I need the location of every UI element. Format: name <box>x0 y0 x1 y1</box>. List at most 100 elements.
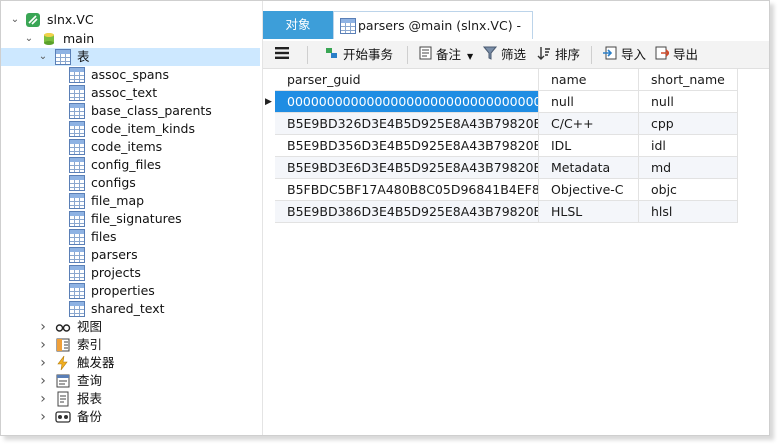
column-header[interactable]: parser_guid <box>275 69 539 91</box>
sort-label: 排序 <box>555 47 581 62</box>
table-cell[interactable]: HLSL <box>539 201 639 223</box>
tree-group-item[interactable]: › 备份 <box>1 408 260 426</box>
chevron-down-icon[interactable]: ⌄ <box>37 48 49 66</box>
chevron-right-icon[interactable]: › <box>37 336 49 354</box>
tree-table-item[interactable]: configs <box>1 174 260 192</box>
tree-table-item[interactable]: assoc_text <box>1 84 260 102</box>
table-item-label: file_signatures <box>91 211 182 226</box>
toolbar-divider <box>307 46 308 64</box>
tree-group-item[interactable]: › 报表 <box>1 390 260 408</box>
toolbar-divider <box>591 46 592 64</box>
tree-group-item[interactable]: › 视图 <box>1 318 260 336</box>
table-cell[interactable]: objc <box>639 179 738 201</box>
memo-icon <box>419 46 432 66</box>
tree-group-item[interactable]: › 索引 <box>1 336 260 354</box>
table-item-label: file_map <box>91 193 145 208</box>
table-cell[interactable]: B5E9BD3E6D3E4B5D925E8A43B79820B4 <box>275 157 539 179</box>
tree-table-item[interactable]: code_items <box>1 138 260 156</box>
table-item-label: assoc_spans <box>91 67 169 82</box>
tree-table-item[interactable]: file_map <box>1 192 260 210</box>
table-icon <box>55 49 71 65</box>
sort-icon <box>537 46 551 66</box>
tree-tables-group[interactable]: ⌄ 表 <box>1 48 260 66</box>
table-cell[interactable]: hlsl <box>639 201 738 223</box>
begin-transaction-button[interactable]: 开始事务 <box>325 45 393 65</box>
column-header[interactable]: short_name <box>639 69 738 91</box>
table-cell[interactable]: Metadata <box>539 157 639 179</box>
chevron-down-icon[interactable]: ⌄ <box>23 30 35 48</box>
chevron-right-icon[interactable]: › <box>37 408 49 426</box>
toolbar-divider <box>407 46 408 64</box>
table-icon <box>69 85 85 101</box>
menu-icon[interactable] <box>275 46 289 66</box>
tree-table-item[interactable]: parsers <box>1 246 260 264</box>
group-item-label: 查询 <box>77 373 103 388</box>
filter-button[interactable]: 筛选 <box>482 45 526 65</box>
table-icon <box>69 157 85 173</box>
table-item-label: parsers <box>91 247 138 262</box>
group-item-label: 索引 <box>77 337 103 352</box>
column-header[interactable]: name <box>539 69 639 91</box>
table-icon <box>69 121 85 137</box>
chevron-right-icon[interactable]: › <box>37 354 49 372</box>
dropdown-arrow-icon[interactable]: ▼ <box>467 52 473 61</box>
tree-table-item[interactable]: projects <box>1 264 260 282</box>
tree-group-item[interactable]: › 触发器 <box>1 354 260 372</box>
group-item-label: 触发器 <box>77 355 115 370</box>
table-cell[interactable]: 00000000000000000000000000000000 <box>275 91 539 113</box>
table-cell[interactable]: B5E9BD326D3E4B5D925E8A43B79820B4 <box>275 113 539 135</box>
table-item-label: assoc_text <box>91 85 158 100</box>
database-icon <box>41 31 57 47</box>
table-item-label: properties <box>91 283 155 298</box>
table-cell[interactable]: B5FBDC5BF17A480B8C05D96841B4EF86 <box>275 179 539 201</box>
group-item-label: 备份 <box>77 409 103 424</box>
table-cell[interactable]: C/C++ <box>539 113 639 135</box>
tree-table-item[interactable]: base_class_parents <box>1 102 260 120</box>
tree-table-item[interactable]: config_files <box>1 156 260 174</box>
export-button[interactable]: 导出 <box>655 45 698 65</box>
table-item-label: projects <box>91 265 141 280</box>
chevron-down-icon[interactable]: ⌄ <box>9 11 21 29</box>
tree-database[interactable]: ⌄ main <box>1 30 260 48</box>
table-cell[interactable]: Objective-C <box>539 179 639 201</box>
table-cell[interactable]: B5E9BD356D3E4B5D925E8A43B79820B4 <box>275 135 539 157</box>
tree-connection[interactable]: ⌄ slnx.VC <box>1 11 260 29</box>
memo-button[interactable]: 备注 ▼ <box>419 45 473 65</box>
tab-objects[interactable]: 对象 <box>263 11 333 39</box>
table-cell[interactable]: B5E9BD386D3E4B5D925E8A43B79820B4 <box>275 201 539 223</box>
connection-label: slnx.VC <box>47 12 94 27</box>
tree-table-item[interactable]: shared_text <box>1 300 260 318</box>
table-cell[interactable]: cpp <box>639 113 738 135</box>
sort-button[interactable]: 排序 <box>537 45 580 65</box>
tree-table-item[interactable]: properties <box>1 282 260 300</box>
table-icon <box>69 301 85 317</box>
transaction-icon <box>325 46 339 66</box>
tree-table-item[interactable]: code_item_kinds <box>1 120 260 138</box>
tree-group-item[interactable]: › 查询 <box>1 372 260 390</box>
table-cell[interactable]: null <box>639 91 738 113</box>
tab-bar: 对象 parsers @main (slnx.VC) - 表 <box>263 11 769 61</box>
table-icon <box>69 139 85 155</box>
table-cell[interactable]: md <box>639 157 738 179</box>
lightning-icon <box>55 355 71 371</box>
chevron-right-icon[interactable]: › <box>37 372 49 390</box>
tree-table-item[interactable]: assoc_spans <box>1 66 260 84</box>
table-cell[interactable]: idl <box>639 135 738 157</box>
tree-table-item[interactable]: file_signatures <box>1 210 260 228</box>
tree-table-item[interactable]: files <box>1 228 260 246</box>
table-icon <box>69 211 85 227</box>
table-cell[interactable]: null <box>539 91 639 113</box>
table-item-label: code_items <box>91 139 163 154</box>
chevron-right-icon[interactable]: › <box>37 318 49 336</box>
table-item-label: base_class_parents <box>91 103 212 118</box>
index-icon <box>55 337 71 353</box>
export-icon <box>655 46 671 66</box>
tab-parsers-table[interactable]: parsers @main (slnx.VC) - 表 <box>333 11 533 61</box>
table-cell[interactable]: IDL <box>539 135 639 157</box>
table-icon <box>69 103 85 119</box>
export-label: 导出 <box>673 47 699 62</box>
import-button[interactable]: 导入 <box>603 45 646 65</box>
table-icon <box>69 247 85 263</box>
chevron-right-icon[interactable]: › <box>37 390 49 408</box>
table-icon <box>69 67 85 83</box>
